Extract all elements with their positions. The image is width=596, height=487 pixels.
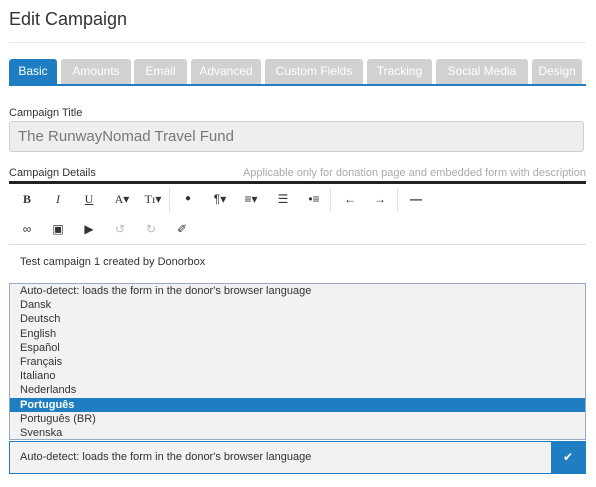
tab-advanced[interactable]: Advanced (191, 59, 261, 84)
redo-icon[interactable]: ↻ (138, 216, 164, 242)
language-option[interactable]: Deutsch (10, 312, 585, 326)
campaign-details-hint: Applicable only for donation page and em… (242, 167, 586, 179)
toolbar-separator (330, 188, 331, 212)
tab-underline (9, 84, 586, 86)
campaign-title-label: Campaign Title (9, 107, 83, 119)
language-option[interactable]: Svenska (10, 426, 585, 439)
image-icon[interactable]: ▣ (45, 216, 71, 242)
tab-email[interactable]: Email (134, 59, 187, 84)
language-listbox[interactable]: Auto-detect: loads the form in the donor… (9, 283, 586, 440)
tab-social-media[interactable]: Social Media (436, 59, 528, 84)
language-select[interactable]: Auto-detect: loads the form in the donor… (9, 441, 586, 474)
toolbar-separator (169, 188, 170, 212)
campaign-details-label: Campaign Details (9, 167, 96, 179)
tab-custom-fields[interactable]: Custom Fields (265, 59, 363, 84)
language-option[interactable]: Português (BR) (10, 412, 585, 426)
color-fill-icon[interactable]: ● (175, 186, 201, 212)
tab-tracking[interactable]: Tracking (367, 59, 432, 84)
italic-button[interactable]: I (45, 186, 71, 212)
link-icon[interactable]: ∞ (14, 216, 40, 242)
ordered-list-icon[interactable]: ☰ (270, 186, 296, 212)
toolbar-separator (397, 188, 398, 212)
editor-content[interactable]: Test campaign 1 created by Donorbox (20, 256, 205, 268)
language-option[interactable]: Français (10, 355, 585, 369)
language-option[interactable]: Español (10, 341, 585, 355)
tab-basic[interactable]: Basic (9, 59, 57, 84)
language-option[interactable]: Auto-detect: loads the form in the donor… (10, 284, 585, 298)
paragraph-button[interactable]: ¶▾ (207, 186, 233, 212)
tab-design[interactable]: Design (532, 59, 582, 84)
video-icon[interactable]: ▶ (76, 216, 102, 242)
align-button[interactable]: ≡▾ (238, 186, 264, 212)
language-select-value: Auto-detect: loads the form in the donor… (20, 451, 312, 463)
chevron-down-icon[interactable]: ✔ (551, 442, 585, 473)
eraser-icon[interactable]: ✐ (169, 216, 195, 242)
text-size-button[interactable]: Tı▾ (140, 186, 166, 212)
outdent-icon[interactable]: ← (337, 186, 363, 212)
indent-icon[interactable]: → (367, 186, 393, 212)
underline-button[interactable]: U (76, 186, 102, 212)
horizontal-rule-icon[interactable]: — (403, 186, 429, 212)
campaign-title-input[interactable]: The RunwayNomad Travel Fund (9, 121, 584, 152)
tab-bar: Basic Amounts Email Advanced Custom Fiel… (9, 59, 586, 87)
editor-toolbar: B I U A▾ Tı▾ ● ¶▾ ≡▾ ☰ •≡ ← → — ∞ ▣ ▶ ↺ … (9, 184, 586, 245)
language-option[interactable]: Italiano (10, 369, 585, 383)
page-title: Edit Campaign (9, 9, 128, 29)
bold-button[interactable]: B (14, 186, 40, 212)
divider (9, 42, 586, 43)
language-option[interactable]: Nederlands (10, 383, 585, 397)
font-color-button[interactable]: A▾ (109, 186, 135, 212)
language-option-highlighted[interactable]: Português (10, 397, 585, 412)
unordered-list-icon[interactable]: •≡ (301, 186, 327, 212)
language-option[interactable]: English (10, 327, 585, 341)
undo-icon[interactable]: ↺ (107, 216, 133, 242)
tab-amounts[interactable]: Amounts (61, 59, 131, 84)
language-option[interactable]: Dansk (10, 298, 585, 312)
